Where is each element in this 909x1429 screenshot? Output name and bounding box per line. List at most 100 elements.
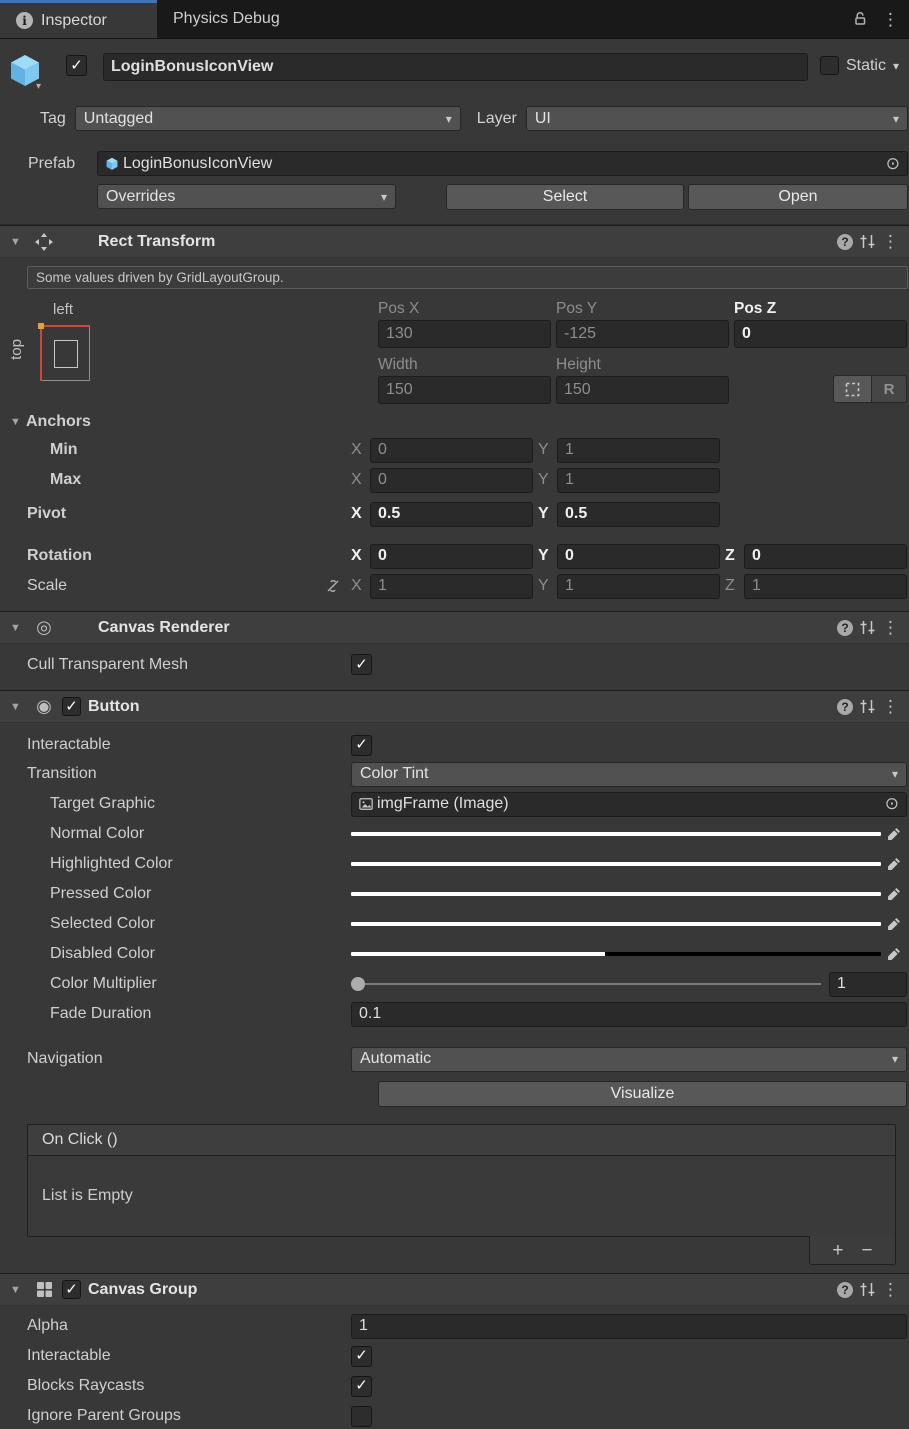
- target-graphic-picker-icon[interactable]: ⊙: [885, 794, 899, 814]
- cull-transparent-mesh-label: Cull Transparent Mesh: [27, 655, 188, 673]
- eyedropper-icon[interactable]: [881, 857, 907, 871]
- color-multiplier-field[interactable]: 1: [829, 971, 907, 997]
- add-list-item-button[interactable]: +: [832, 1241, 843, 1260]
- help-icon[interactable]: ?: [837, 619, 853, 636]
- rect-transform-foldout-icon[interactable]: ▼: [10, 236, 26, 248]
- help-icon[interactable]: ?: [837, 1281, 853, 1298]
- help-icon[interactable]: ?: [837, 698, 853, 715]
- layer-dropdown[interactable]: UI ▾: [525, 106, 908, 131]
- visualize-button[interactable]: Visualize: [378, 1081, 907, 1107]
- normal-color-swatch[interactable]: [351, 832, 881, 836]
- rotation-y-field[interactable]: 0: [557, 543, 720, 569]
- cull-transparent-mesh-checkbox[interactable]: ✓: [351, 654, 372, 675]
- rect-transform-menu-icon[interactable]: ⋮: [882, 233, 899, 250]
- raw-mode-button[interactable]: R: [872, 375, 907, 403]
- gameobject-active-checkbox[interactable]: ✓: [66, 55, 87, 76]
- broken-link-icon[interactable]: [325, 578, 341, 594]
- presets-icon[interactable]: [860, 234, 875, 249]
- static-dropdown-icon[interactable]: ▾: [893, 59, 899, 73]
- anchor-horizontal-label: left: [53, 301, 74, 318]
- min-y-field[interactable]: 1: [557, 437, 720, 463]
- remove-list-item-button[interactable]: −: [862, 1241, 873, 1260]
- fade-duration-value: 0.1: [359, 1005, 382, 1022]
- prefab-picker-icon[interactable]: ⊙: [886, 154, 900, 174]
- eyedropper-icon[interactable]: [881, 917, 907, 931]
- canvas-renderer-menu-icon[interactable]: ⋮: [882, 619, 899, 636]
- overrides-dropdown[interactable]: Overrides ▾: [97, 184, 396, 209]
- normal-color-label: Normal Color: [50, 825, 145, 842]
- anchors-foldout-icon[interactable]: ▼: [10, 416, 26, 428]
- anchor-preset-button[interactable]: [38, 323, 90, 381]
- gameobject-cube-icon[interactable]: ▾: [8, 53, 48, 92]
- rotation-label: Rotation: [27, 547, 92, 564]
- prefab-open-button[interactable]: Open: [688, 183, 908, 210]
- min-x-field[interactable]: 0: [370, 437, 533, 463]
- ignore-parent-groups-checkbox[interactable]: [351, 1405, 372, 1427]
- static-checkbox[interactable]: [819, 56, 839, 75]
- target-graphic-field[interactable]: imgFrame (Image) ⊙: [351, 791, 907, 817]
- button-enabled-checkbox[interactable]: ✓: [62, 697, 81, 716]
- prefab-select-button[interactable]: Select: [446, 183, 684, 210]
- max-x-field[interactable]: 0: [370, 467, 533, 493]
- pos-z-field[interactable]: 0: [734, 320, 907, 348]
- rotation-z-axis-label: Z: [725, 547, 735, 564]
- color-multiplier-value: 1: [837, 975, 846, 992]
- eyedropper-icon[interactable]: [881, 947, 907, 961]
- eyedropper-icon[interactable]: [881, 887, 907, 901]
- navigation-dropdown[interactable]: Automatic ▾: [351, 1046, 907, 1072]
- transition-label: Transition: [27, 765, 97, 782]
- width-field[interactable]: 150: [378, 376, 551, 404]
- presets-icon[interactable]: [860, 1282, 875, 1297]
- rotation-x-field[interactable]: 0: [370, 543, 533, 569]
- canvas-group-foldout-icon[interactable]: ▼: [10, 1284, 26, 1296]
- color-multiplier-slider[interactable]: [351, 977, 821, 991]
- on-click-header[interactable]: On Click (): [28, 1125, 895, 1156]
- button-foldout-icon[interactable]: ▼: [10, 701, 26, 713]
- pos-x-label: Pos X: [378, 300, 420, 317]
- disabled-color-row: Disabled Color: [0, 939, 909, 969]
- canvas-renderer-foldout-icon[interactable]: ▼: [10, 622, 26, 634]
- prefab-object-field[interactable]: LoginBonusIconView ⊙: [97, 151, 908, 176]
- pos-x-field[interactable]: 130: [378, 320, 551, 348]
- pivot-x-field[interactable]: 0.5: [370, 501, 533, 527]
- gameobject-expand-icon[interactable]: ▾: [36, 81, 41, 92]
- height-field[interactable]: 150: [556, 376, 729, 404]
- button-menu-icon[interactable]: ⋮: [882, 698, 899, 715]
- cg-interactable-checkbox[interactable]: ✓: [351, 1345, 372, 1367]
- scale-y-field[interactable]: 1: [557, 573, 720, 599]
- slider-handle[interactable]: [351, 977, 365, 991]
- interactable-checkbox[interactable]: ✓: [351, 734, 372, 756]
- tag-dropdown[interactable]: Untagged ▾: [74, 106, 461, 131]
- transition-arrow-icon: ▾: [891, 767, 898, 781]
- scale-x-field[interactable]: 1: [370, 573, 533, 599]
- inspector-menu-icon[interactable]: ⋮: [882, 11, 899, 28]
- pressed-color-swatch[interactable]: [351, 892, 881, 896]
- tab-bar: i Inspector Physics Debug ⋮: [0, 0, 909, 39]
- min-y-axis-label: Y: [538, 441, 549, 458]
- scale-z-field[interactable]: 1: [744, 573, 907, 599]
- selected-color-swatch[interactable]: [351, 922, 881, 926]
- rotation-z-field[interactable]: 0: [744, 543, 907, 569]
- canvas-group-enabled-checkbox[interactable]: ✓: [62, 1280, 81, 1299]
- tab-physics-debug[interactable]: Physics Debug: [157, 0, 296, 38]
- pos-y-field[interactable]: -125: [556, 320, 729, 348]
- highlighted-color-swatch[interactable]: [351, 862, 881, 866]
- alpha-field[interactable]: 1: [351, 1313, 907, 1339]
- presets-icon[interactable]: [860, 699, 875, 714]
- max-label: Max: [50, 471, 82, 488]
- help-icon[interactable]: ?: [837, 233, 853, 250]
- disabled-color-swatch[interactable]: [351, 952, 881, 956]
- max-y-field[interactable]: 1: [557, 467, 720, 493]
- blocks-raycasts-checkbox[interactable]: ✓: [351, 1375, 372, 1397]
- gameobject-name-field[interactable]: LoginBonusIconView: [103, 53, 808, 81]
- blueprint-mode-button[interactable]: [833, 375, 872, 403]
- fade-duration-field[interactable]: 0.1: [351, 1001, 907, 1027]
- tab-inspector[interactable]: i Inspector: [0, 0, 157, 38]
- presets-icon[interactable]: [860, 620, 875, 635]
- eyedropper-icon[interactable]: [881, 827, 907, 841]
- pivot-y-field[interactable]: 0.5: [557, 501, 720, 527]
- transition-dropdown[interactable]: Color Tint ▾: [351, 761, 907, 787]
- unlock-icon[interactable]: [852, 11, 868, 27]
- canvas-group-menu-icon[interactable]: ⋮: [882, 1281, 899, 1298]
- static-label: Static: [845, 56, 886, 74]
